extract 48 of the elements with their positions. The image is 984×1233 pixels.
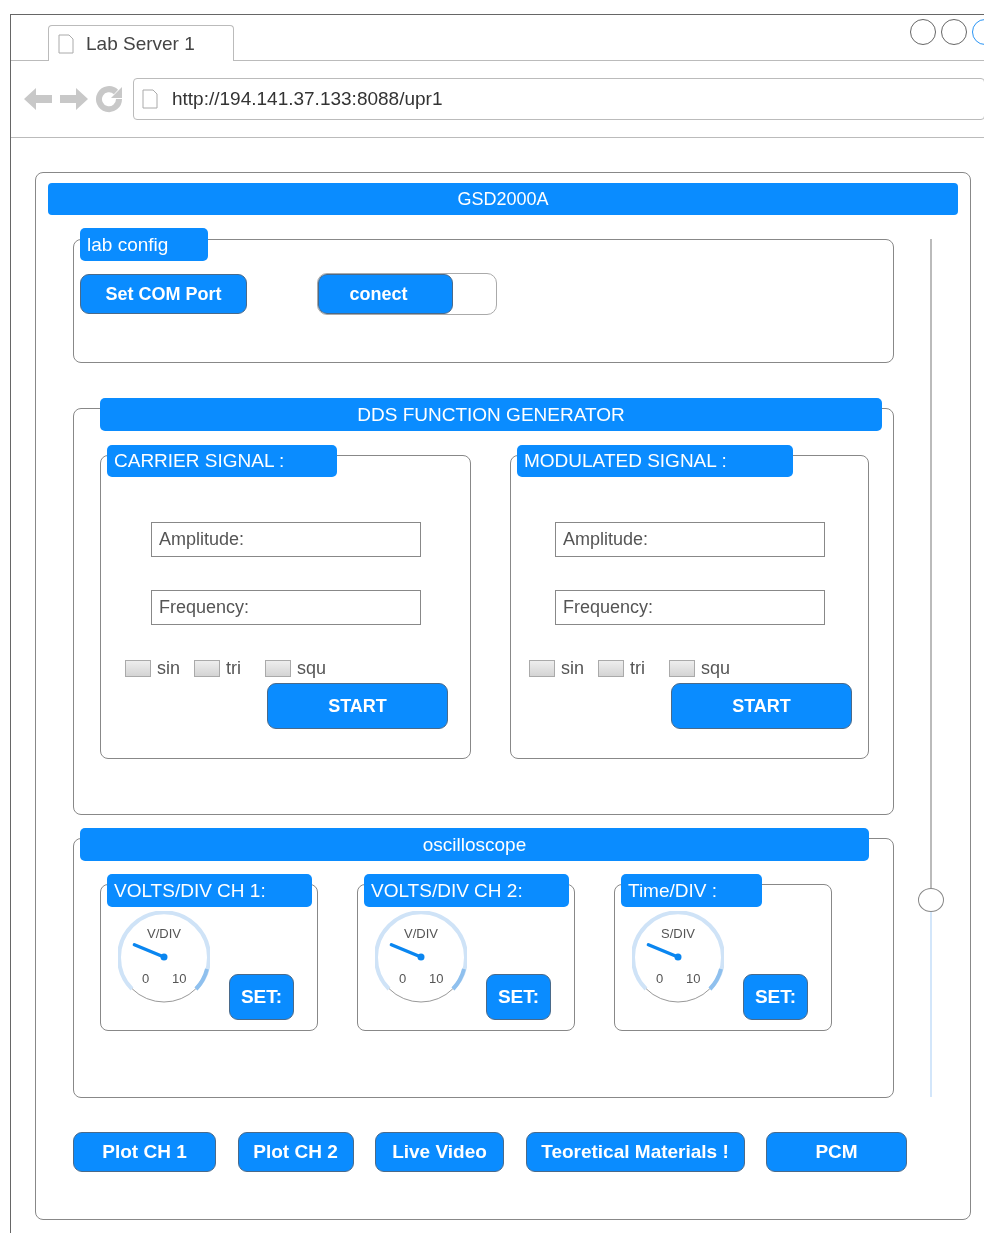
input-field[interactable]: Amplitude: — [555, 522, 825, 557]
checkbox-label: tri — [630, 658, 645, 679]
section-title-bar: oscilloscope — [80, 828, 869, 861]
checkbox-label: squ — [297, 658, 327, 679]
vertical-slider[interactable] — [921, 239, 941, 1097]
panel-title: VOLTS/DIV CH 2: — [364, 874, 569, 907]
reload-icon[interactable] — [95, 85, 123, 113]
set-button[interactable]: SET: — [229, 974, 294, 1020]
section-title-bar: DDS FUNCTION GENERATOR — [100, 398, 882, 431]
panel-title: Time/DIV : — [621, 874, 762, 907]
panel-title: CARRIER SIGNAL : — [107, 445, 337, 477]
action-button[interactable]: PCM — [766, 1132, 907, 1172]
checkbox[interactable] — [598, 660, 624, 677]
checkbox-label: tri — [226, 658, 241, 679]
page-icon — [142, 89, 158, 109]
checkbox-label: sin — [157, 658, 180, 679]
input-field[interactable]: Frequency: — [555, 590, 825, 625]
start-button[interactable]: START — [267, 683, 448, 729]
checkbox[interactable] — [529, 660, 555, 677]
action-button[interactable]: Plot CH 1 — [73, 1132, 216, 1172]
set-button[interactable]: SET: — [486, 974, 551, 1020]
action-button[interactable]: Live Video — [375, 1132, 504, 1172]
gauge-dial[interactable]: V/DIV 0 10 — [375, 911, 467, 1003]
connect-toggle[interactable]: conect — [317, 273, 497, 315]
checkbox-label: squ — [701, 658, 731, 679]
panel-title: MODULATED SIGNAL : — [517, 445, 793, 477]
input-field[interactable]: Frequency: — [151, 590, 421, 625]
set-com-port-button[interactable]: Set COM Port — [80, 274, 247, 314]
panel-title: lab config — [80, 228, 208, 261]
forward-arrow-icon[interactable] — [59, 86, 89, 112]
set-button[interactable]: SET: — [743, 974, 808, 1020]
checkbox[interactable] — [669, 660, 695, 677]
checkbox-label: sin — [561, 658, 584, 679]
action-button[interactable]: Plot CH 2 — [237, 1132, 354, 1172]
browser-tab[interactable]: Lab Server 1 — [48, 25, 234, 61]
action-button[interactable]: Teoretical Materials ! — [525, 1132, 745, 1172]
page-icon — [58, 33, 74, 54]
checkbox[interactable] — [125, 660, 151, 677]
checkbox[interactable] — [194, 660, 220, 677]
back-arrow-icon[interactable] — [23, 86, 53, 112]
address-bar[interactable]: http://194.141.37.133:8088/upr1 — [133, 78, 984, 120]
app-title-bar: GSD2000A — [48, 183, 958, 215]
checkbox[interactable] — [265, 660, 291, 677]
gauge-dial[interactable]: V/DIV 0 10 — [118, 911, 210, 1003]
panel-title: VOLTS/DIV CH 1: — [107, 874, 312, 907]
gauge-dial[interactable]: S/DIV 0 10 — [632, 911, 724, 1003]
input-field[interactable]: Amplitude: — [151, 522, 421, 557]
start-button[interactable]: START — [671, 683, 852, 729]
